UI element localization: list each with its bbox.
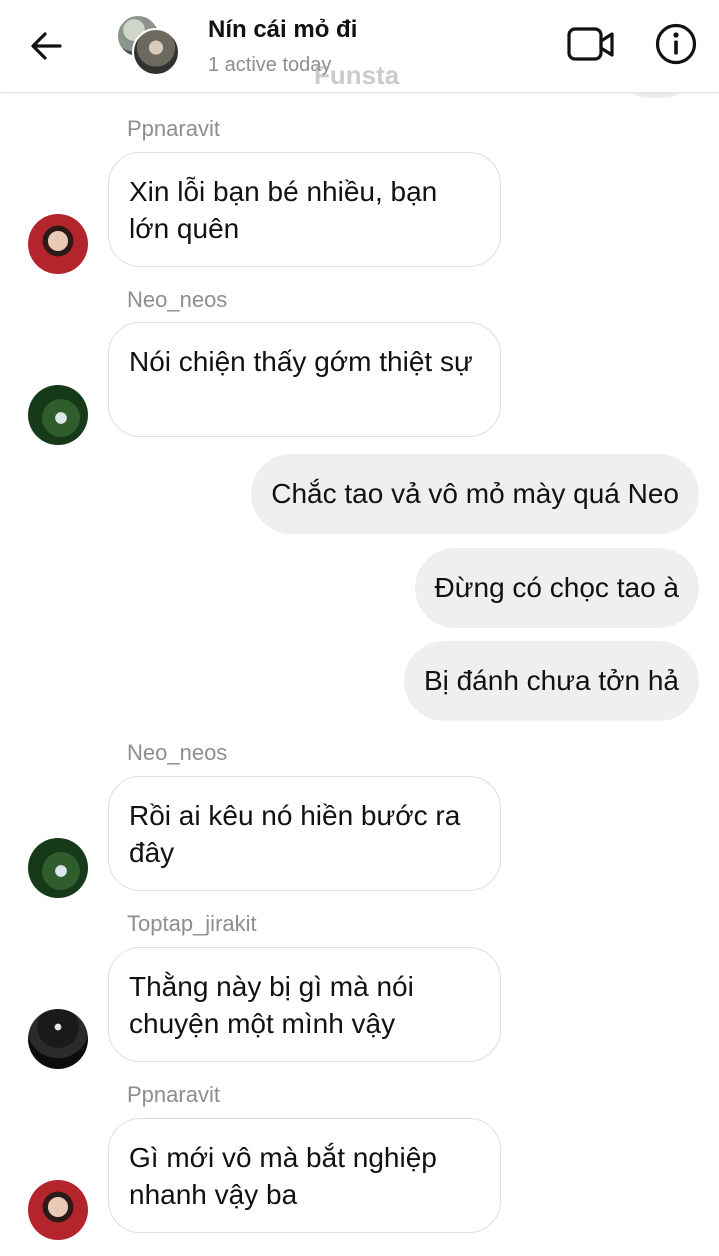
sender-avatar[interactable] <box>28 1180 88 1240</box>
incoming-message-bubble[interactable]: Nói chiện thấy gớm thiệt sự <box>108 322 501 437</box>
group-avatar-member-2 <box>132 28 180 76</box>
message-sender: Neo_neos <box>127 287 228 312</box>
outgoing-message-bubble[interactable]: Đừng có chọc tao à <box>414 548 699 628</box>
message-sender: Ppnaravit <box>127 1082 220 1107</box>
sender-avatar[interactable] <box>28 214 88 274</box>
sender-avatar[interactable] <box>28 385 88 445</box>
info-button[interactable] <box>654 22 698 66</box>
sender-avatar[interactable] <box>28 838 88 898</box>
outgoing-message-bubble[interactable]: Bị đánh chưa tởn hả <box>403 641 699 721</box>
active-status: 1 active today <box>208 54 332 76</box>
sender-avatar[interactable] <box>28 1009 88 1069</box>
back-button[interactable] <box>24 24 68 68</box>
chat-title[interactable]: Nín cái mỏ đi <box>208 16 357 44</box>
message-sender: Toptap_jirakit <box>127 911 257 936</box>
info-icon <box>655 23 697 65</box>
arrow-left-icon <box>31 32 62 60</box>
group-avatar[interactable] <box>116 14 180 76</box>
watermark: Funsta <box>314 60 400 90</box>
message-sender: Neo_neos <box>127 740 228 765</box>
incoming-message-bubble[interactable]: Gì mới vô mà bắt nghiệp nhanh vậy ba <box>108 1118 501 1233</box>
incoming-message-bubble[interactable]: Thằng này bị gì mà nói chuyện một mình v… <box>108 947 501 1062</box>
video-call-icon <box>567 27 614 61</box>
incoming-message-bubble[interactable]: Xin lỗi bạn bé nhiều, bạn lớn quên <box>108 152 501 267</box>
incoming-message-bubble[interactable]: Rồi ai kêu nó hiền bước ra đây <box>108 776 501 891</box>
chat-header: Nín cái mỏ đi 1 active today Funsta <box>0 0 719 93</box>
message-sender: Ppnaravit <box>127 116 220 141</box>
outgoing-message-bubble[interactable]: Chắc tao vả vô mỏ mày quá Neo <box>251 454 699 534</box>
video-call-button[interactable] <box>566 24 616 66</box>
